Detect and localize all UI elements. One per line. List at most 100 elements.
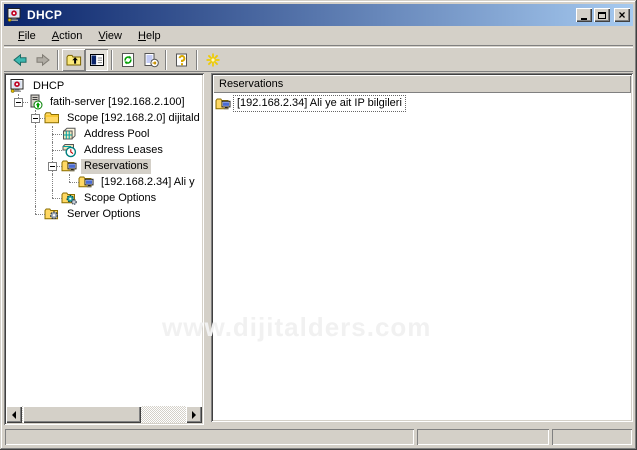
new-star-button[interactable] [201, 49, 224, 71]
tree-item-label[interactable]: Address Leases [81, 143, 166, 158]
tree-guide [44, 158, 61, 174]
statusbar [4, 428, 633, 446]
menubar: FileActionViewHelp [4, 27, 633, 46]
address-pool-icon [61, 126, 77, 142]
tree-guide [61, 174, 78, 190]
tree-guide [10, 142, 27, 158]
scrollbar-thumb[interactable] [23, 406, 141, 423]
refresh-button[interactable] [116, 49, 139, 71]
window-title: DHCP [27, 8, 62, 22]
dhcp-console-icon [10, 78, 26, 94]
tree-guide [10, 110, 27, 126]
close-icon: × [618, 10, 625, 20]
folder-icon [44, 110, 60, 126]
menu-help[interactable]: Help [130, 28, 169, 44]
tree-item-label[interactable]: Server Options [64, 207, 143, 222]
expander-minus-icon[interactable] [48, 162, 57, 171]
minimize-icon [581, 18, 587, 20]
minimize-button[interactable] [576, 8, 592, 22]
tree-item-reservations[interactable]: Reservations [10, 158, 202, 174]
menu-action[interactable]: Action [44, 28, 91, 44]
tree-guide [27, 126, 44, 142]
status-panel-1 [5, 429, 414, 445]
tree-item-address-pool[interactable]: Address Pool [10, 126, 202, 142]
tree-guide [27, 174, 44, 190]
tree-guide [44, 190, 61, 206]
dhcp-app-icon [7, 7, 23, 23]
expander-minus-icon[interactable] [31, 114, 40, 123]
results-list: [192.168.2.34] Ali ye ait IP bilgileri [213, 93, 631, 420]
show-hide-console-tree-button[interactable] [85, 49, 108, 71]
menu-view[interactable]: View [90, 28, 130, 44]
expander-minus-icon[interactable] [14, 98, 23, 107]
toolbar-separator [196, 50, 198, 70]
results-pane: Reservations [192.168.2.34] Ali ye ait I… [211, 73, 633, 422]
column-header-reservations[interactable]: Reservations [213, 75, 631, 93]
scroll-right-arrow-icon [192, 411, 200, 419]
tree-item-label[interactable]: Address Pool [81, 127, 152, 142]
console-tree-pane: DHCPfatih-server [192.168.2.100]Scope [1… [4, 73, 204, 425]
scroll-left-arrow-icon [8, 411, 16, 419]
maximize-icon [598, 12, 606, 19]
toolbar [4, 47, 633, 72]
tree-guide [10, 174, 27, 190]
tree-guide [44, 126, 61, 142]
tree-item-scope-192-168-2-0-dijitald[interactable]: Scope [192.168.2.0] dijitald [10, 110, 202, 126]
tree-guide [10, 94, 27, 110]
tree-view: DHCPfatih-server [192.168.2.100]Scope [1… [6, 75, 202, 406]
reservation-icon [215, 96, 231, 112]
tree-item-fatih-server-192-168-2-100[interactable]: fatih-server [192.168.2.100] [10, 94, 202, 110]
tree-item-address-leases[interactable]: Address Leases [10, 142, 202, 158]
export-list-button[interactable] [139, 49, 162, 71]
tree-guide [27, 110, 44, 126]
tree-item-label[interactable]: [192.168.2.34] Ali y [98, 175, 198, 190]
tree-guide [10, 190, 27, 206]
tree-item-label[interactable]: fatih-server [192.168.2.100] [47, 95, 188, 110]
toolbar-separator [111, 50, 113, 70]
scope-options-icon [61, 190, 77, 206]
back-button[interactable] [8, 49, 31, 71]
tree-item-server-options[interactable]: Server Options [10, 206, 202, 222]
forward-arrow-icon [35, 52, 51, 68]
scroll-right-button[interactable] [186, 406, 202, 423]
tree-horizontal-scrollbar[interactable] [6, 406, 202, 423]
tree-item-192-168-2-34-ali-y[interactable]: [192.168.2.34] Ali y [10, 174, 202, 190]
menu-file[interactable]: File [10, 28, 44, 44]
help-button[interactable] [170, 49, 193, 71]
maximize-button[interactable] [594, 8, 610, 22]
tree-guide [27, 142, 44, 158]
export-list-icon [143, 52, 159, 68]
tree-item-label[interactable]: Reservations [81, 159, 151, 174]
tree-item-label[interactable]: Scope Options [81, 191, 159, 206]
tree-item-dhcp[interactable]: DHCP [10, 78, 202, 94]
tree-guide [10, 126, 27, 142]
console-tree-icon [89, 52, 105, 68]
tree-item-label[interactable]: DHCP [30, 79, 67, 94]
status-panel-2 [417, 429, 549, 445]
scroll-left-button[interactable] [6, 406, 22, 423]
tree-guide [27, 190, 44, 206]
star-icon [205, 52, 221, 68]
titlebar: DHCP × [4, 4, 633, 26]
refresh-icon [120, 52, 136, 68]
list-item-label[interactable]: [192.168.2.34] Ali ye ait IP bilgileri [233, 95, 406, 112]
up-one-level-button[interactable] [62, 49, 85, 71]
tree-guide [44, 174, 61, 190]
tree-item-label[interactable]: Scope [192.168.2.0] dijitald [64, 111, 202, 126]
tree-item-scope-options[interactable]: Scope Options [10, 190, 202, 206]
server-options-icon [44, 206, 60, 222]
close-button[interactable]: × [614, 8, 630, 22]
server-icon [27, 94, 43, 110]
pane-splitter[interactable] [204, 73, 211, 425]
tree-guide [44, 142, 61, 158]
back-arrow-icon [12, 52, 28, 68]
address-leases-icon [61, 142, 77, 158]
reservations-icon [61, 158, 77, 174]
reservation-icon [78, 174, 94, 190]
list-item-reservation[interactable]: [192.168.2.34] Ali ye ait IP bilgileri [215, 95, 631, 112]
console-body: DHCPfatih-server [192.168.2.100]Scope [1… [4, 73, 633, 425]
forward-button[interactable] [31, 49, 54, 71]
toolbar-separator [165, 50, 167, 70]
status-panel-3 [552, 429, 632, 445]
tree-guide [27, 206, 44, 222]
